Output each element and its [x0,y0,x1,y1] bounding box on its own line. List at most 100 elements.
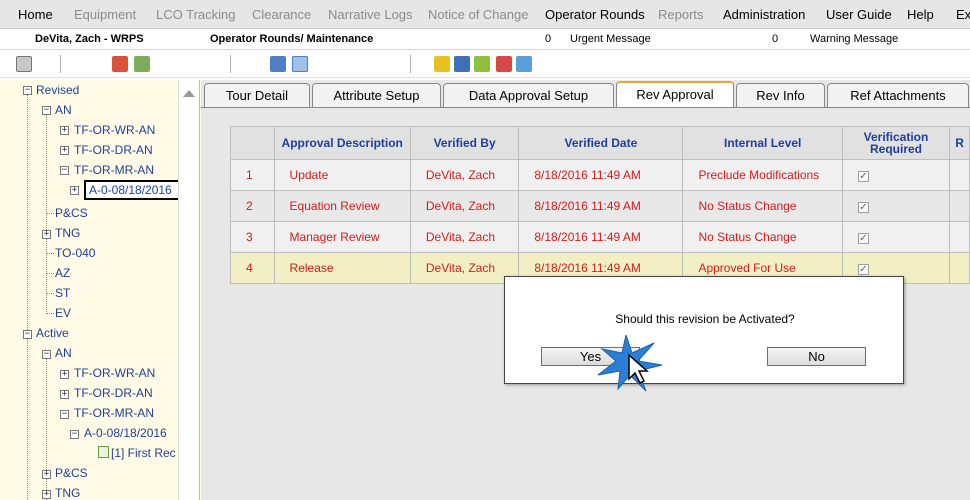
tree-node-az[interactable]: AZ [55,266,70,280]
expand-icon[interactable]: + [60,370,69,379]
tab-tour-detail[interactable]: Tour Detail [204,83,310,107]
menu-home[interactable]: Home [18,7,53,22]
verification-required-cell: ✓ [841,221,951,253]
edit-icon[interactable] [496,56,512,72]
tree-node-active-an[interactable]: AN [55,346,72,360]
tree-node-active-tf-or-dr-an[interactable]: TF-OR-DR-AN [74,386,153,400]
click-cursor-icon [597,335,663,392]
approval-description: Manager Review [273,221,411,253]
no-button[interactable]: No [767,347,866,366]
urgent-message-link[interactable]: Urgent Message [570,33,651,45]
table-header-row: Approval Description Verified By Verifie… [230,126,970,160]
col-header-verified-by[interactable]: Verified By [409,126,520,160]
revision-tree: − Revised − AN + TF-OR-WR-AN + TF-OR-DR-… [0,80,200,500]
expand-icon[interactable]: + [60,146,69,155]
copy-icon[interactable] [270,56,286,72]
row-number: 3 [230,221,275,253]
verification-required-checkbox[interactable]: ✓ [857,202,869,213]
upload-icon[interactable] [516,56,532,72]
expand-icon[interactable]: + [42,470,51,479]
verification-required-checkbox[interactable]: ✓ [857,233,869,244]
verified-date: 8/18/2016 11:49 AM [518,221,684,253]
tree-node-tf-or-dr-an[interactable]: TF-OR-DR-AN [74,143,153,157]
verification-required-checkbox[interactable]: ✓ [857,171,869,182]
tree-node-active-revision[interactable]: A-0-08/18/2016 [84,426,167,440]
table-row[interactable]: 3 Manager Review DeVita, Zach 8/18/2016 … [230,221,970,253]
tab-data-approval-setup[interactable]: Data Approval Setup [443,83,614,107]
menu-operator-rounds[interactable]: Operator Rounds [545,7,645,22]
expand-icon[interactable]: + [60,390,69,399]
tree-connector [46,273,54,274]
menu-exit[interactable]: Exi [956,7,970,22]
tree-node-tng[interactable]: TNG [55,226,80,240]
collapse-icon[interactable]: − [42,350,51,359]
verified-by: DeVita, Zach [409,190,520,222]
user-stamp-icon[interactable] [112,56,128,72]
col-header-verification-required[interactable]: Verification Required [841,126,951,160]
tree-node-revised[interactable]: Revised [36,83,79,97]
collapse-icon[interactable]: − [23,86,32,95]
table-row[interactable]: 2 Equation Review DeVita, Zach 8/18/2016… [230,190,970,222]
tree-scrollbar[interactable] [178,80,198,500]
collapse-icon[interactable]: − [60,410,69,419]
menu-narrative-logs[interactable]: Narrative Logs [328,7,413,22]
tree-node-to-040[interactable]: TO-040 [55,246,95,260]
toolbar-divider [230,55,231,73]
users-icon[interactable] [134,56,150,72]
table-row[interactable]: 1 Update DeVita, Zach 8/18/2016 11:49 AM… [230,159,970,191]
tree-node-tf-or-mr-an[interactable]: TF-OR-MR-AN [74,163,154,177]
tree-node-active[interactable]: Active [36,326,69,340]
tab-rev-info[interactable]: Rev Info [736,83,825,107]
menu-help[interactable]: Help [907,7,934,22]
key-icon[interactable] [434,56,450,72]
warning-message-link[interactable]: Warning Message [810,33,898,45]
tree-node-active-tng[interactable]: TNG [55,486,80,500]
collapse-icon[interactable]: − [23,330,32,339]
tree-node-active-tf-or-mr-an[interactable]: TF-OR-MR-AN [74,406,154,420]
scroll-up-icon[interactable] [183,90,195,97]
tree-node-active-pcs[interactable]: P&CS [55,466,88,480]
menu-notice-of-change[interactable]: Notice of Change [428,7,528,22]
collapse-icon[interactable]: − [70,430,79,439]
approval-description: Equation Review [273,190,411,222]
menu-equipment[interactable]: Equipment [74,7,136,22]
tree-connector [27,94,28,334]
expand-icon[interactable]: + [60,126,69,135]
menu-user-guide[interactable]: User Guide [826,7,892,22]
collapse-icon[interactable]: − [42,106,51,115]
menu-clearance[interactable]: Clearance [252,7,311,22]
expand-icon[interactable]: + [42,490,51,499]
tree-node-first-record[interactable]: [1] First Rec [111,446,176,460]
document-icon[interactable] [292,56,308,72]
menu-lco-tracking[interactable]: LCO Tracking [156,7,235,22]
expand-icon[interactable]: + [42,230,51,239]
collapse-icon[interactable]: − [60,166,69,175]
verification-required-checkbox[interactable]: ✓ [857,264,869,275]
tree-node-st[interactable]: ST [55,286,70,300]
warning-count: 0 [772,33,779,45]
tab-ref-attachments[interactable]: Ref Attachments [827,83,969,107]
col-header-r[interactable]: R [949,126,970,160]
expand-icon[interactable]: + [70,186,79,195]
tree-node-active-tf-or-wr-an[interactable]: TF-OR-WR-AN [74,366,155,380]
tab-attribute-setup[interactable]: Attribute Setup [312,83,441,107]
tree-connector [46,293,54,294]
tab-rev-approval[interactable]: Rev Approval [616,81,734,107]
col-header-verified-date[interactable]: Verified Date [518,126,684,160]
col-header-internal-level[interactable]: Internal Level [682,126,843,160]
tree-node-ev[interactable]: EV [55,306,71,320]
tree-node-tf-or-wr-an[interactable]: TF-OR-WR-AN [74,123,155,137]
verified-date: 8/18/2016 11:49 AM [518,159,684,191]
export-icon[interactable] [474,56,490,72]
col-header-approval-description[interactable]: Approval Description [273,126,411,160]
tree-node-selected-revision[interactable]: A-0-08/18/2016 [84,180,184,200]
checklist-icon[interactable] [454,56,470,72]
tree-node-an[interactable]: AN [55,103,72,117]
approval-description: Update [273,159,411,191]
tree-node-pcs[interactable]: P&CS [55,206,88,220]
menu-administration[interactable]: Administration [723,7,805,22]
print-icon[interactable] [16,56,32,72]
tree-connector [46,213,54,214]
menu-reports[interactable]: Reports [658,7,704,22]
rev-approval-table: Approval Description Verified By Verifie… [230,126,970,284]
